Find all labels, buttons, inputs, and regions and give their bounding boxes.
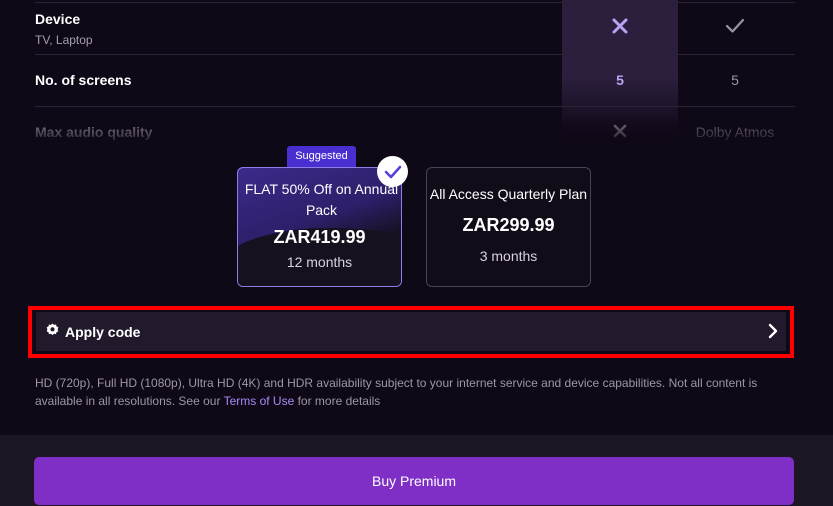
plan-name: All Access Quarterly Plan [429, 186, 588, 202]
plan-duration: 3 months [479, 248, 538, 264]
x-icon [562, 17, 678, 38]
apply-code-button[interactable]: Apply code [36, 312, 786, 351]
feature-subtitle: TV, Laptop [35, 33, 93, 47]
row-divider [35, 2, 795, 3]
subscription-page: Device TV, Laptop No. of screens 5 5 Max… [0, 0, 833, 506]
feature-row-audio: Max audio quality Dolby Atmos [35, 122, 795, 142]
plan-card-quarterly[interactable]: All Access Quarterly Plan ZAR299.99 3 mo… [426, 167, 591, 287]
chevron-right-icon [768, 323, 778, 344]
plan-a-screens-value: 5 [616, 72, 624, 88]
plan-duration: 12 months [286, 254, 353, 270]
feature-name: No. of screens [35, 72, 132, 88]
disclaimer-text-end: for more details [294, 394, 381, 408]
row-divider [35, 54, 795, 55]
apply-code-label: Apply code [65, 323, 141, 340]
plan-b-audio-value: Dolby Atmos [695, 124, 775, 140]
x-icon [562, 123, 678, 142]
plan-price: ZAR419.99 [273, 227, 366, 247]
plan-price: ZAR299.99 [462, 215, 555, 235]
gear-badge-icon [46, 322, 59, 341]
buy-premium-button[interactable]: Buy Premium [34, 457, 794, 505]
terms-of-use-link[interactable]: Terms of Use [224, 394, 295, 408]
resolution-disclaimer: HD (720p), Full HD (1080p), Ultra HD (4K… [35, 374, 800, 410]
feature-row-screens: No. of screens 5 5 [35, 70, 795, 94]
check-icon [677, 17, 793, 38]
plan-b-screens-value: 5 [731, 72, 739, 88]
feature-name: Device [35, 11, 81, 27]
feature-row-device: Device TV, Laptop [35, 10, 795, 54]
feature-name: Max audio quality [35, 124, 153, 140]
plan-card-annual[interactable]: FLAT 50% Off on Annual Pack ZAR419.99 12… [237, 167, 402, 287]
row-divider [35, 106, 795, 107]
disclaimer-text: HD (720p), Full HD (1080p), Ultra HD (4K… [35, 376, 758, 408]
selected-check-icon [377, 156, 408, 187]
suggested-badge: Suggested [287, 146, 356, 167]
